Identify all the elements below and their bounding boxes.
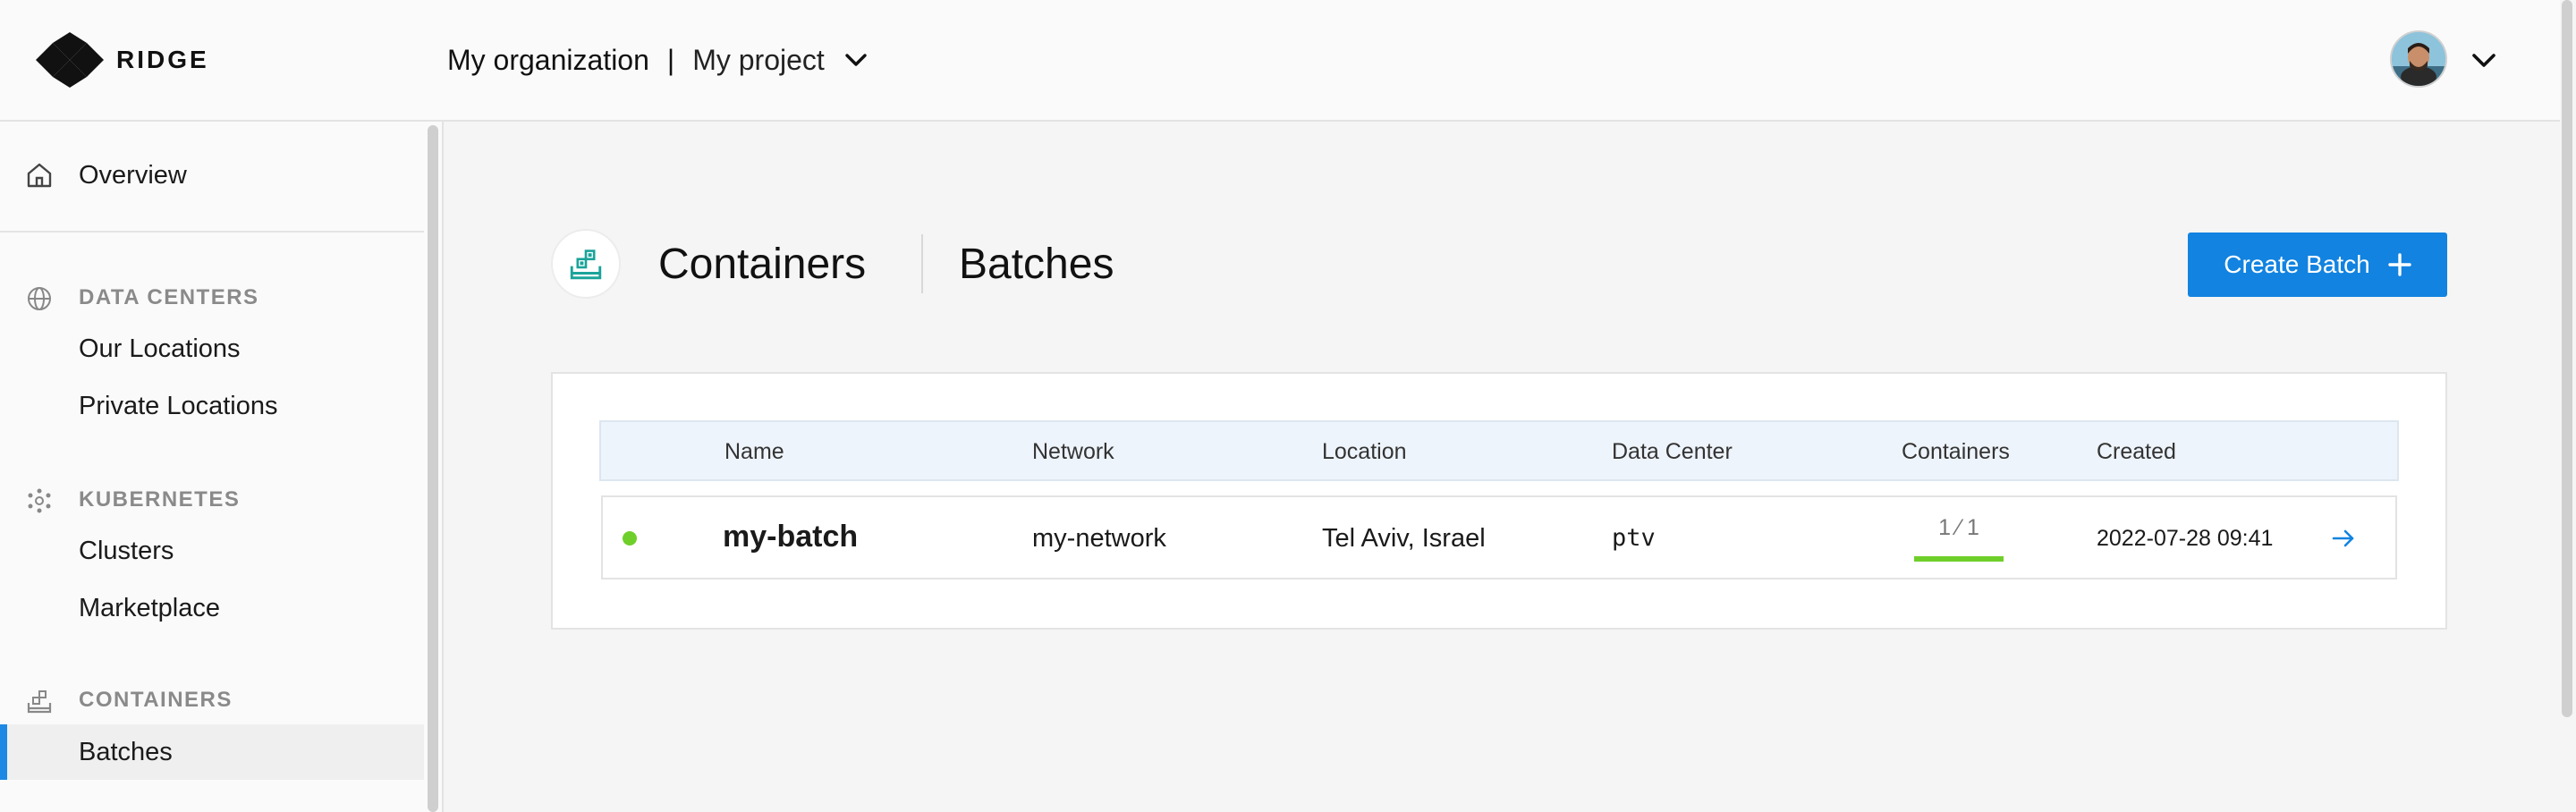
sidebar-item-private-locations[interactable]: Private Locations [79, 388, 277, 424]
user-menu-chevron-icon[interactable] [2469, 45, 2499, 75]
brand-name: RIDGE [116, 46, 209, 73]
title-divider [921, 234, 923, 293]
sidebar-divider [0, 231, 424, 233]
sidebar-item-our-locations[interactable]: Our Locations [79, 331, 241, 367]
containers-icon [570, 250, 602, 280]
sidebar-scrollbar[interactable] [428, 125, 438, 812]
create-batch-label: Create Batch [2224, 250, 2370, 278]
sidebar-item-marketplace[interactable]: Marketplace [79, 590, 220, 626]
batch-data-center: ptv [1612, 524, 1656, 552]
user-avatar[interactable] [2390, 30, 2447, 88]
active-item-highlight [0, 724, 424, 780]
containers-progress-bar [1914, 556, 2004, 562]
main-divider [442, 122, 444, 812]
containers-count: 1 ⁄ 1 [1938, 515, 1979, 540]
breadcrumb: My organization | My project [447, 38, 869, 82]
active-item-indicator [0, 724, 7, 780]
sidebar-item-clusters[interactable]: Clusters [79, 533, 174, 569]
batch-network: my-network [1032, 524, 1166, 553]
sidebar-item-batches[interactable]: Batches [79, 734, 173, 770]
batch-location: Tel Aviv, Israel [1322, 524, 1486, 553]
sidebar-item-overview[interactable]: Overview [79, 157, 187, 193]
page-subtitle: Batches [959, 241, 1114, 288]
logo[interactable]: RIDGE [36, 32, 209, 88]
project-selector[interactable]: My project [692, 44, 825, 77]
arrow-right-icon[interactable] [2329, 524, 2358, 553]
breadcrumb-separator: | [666, 43, 675, 76]
kubernetes-icon [28, 488, 51, 513]
page-title: Containers [658, 241, 867, 288]
column-header-created[interactable]: Created [2097, 436, 2176, 467]
globe-icon [28, 287, 51, 310]
containers-progress-fill [1914, 556, 2004, 562]
home-icon [27, 163, 52, 188]
sidebar: Overview DATA CENTERS Our Locations Priv… [0, 122, 424, 812]
column-header-network[interactable]: Network [1032, 436, 1114, 467]
chevron-down-icon[interactable] [843, 47, 869, 73]
avatar-image [2392, 32, 2445, 86]
column-header-location[interactable]: Location [1322, 436, 1407, 467]
batch-name[interactable]: my-batch [723, 519, 858, 554]
section-label-kubernetes: KUBERNETES [79, 487, 241, 512]
column-header-name[interactable]: Name [724, 436, 784, 467]
page-scrollbar[interactable] [2562, 0, 2572, 717]
plus-icon [2388, 253, 2411, 276]
section-label-data-centers: DATA CENTERS [79, 285, 259, 309]
batch-created: 2022-07-28 09:41 [2097, 526, 2274, 551]
create-batch-button[interactable]: Create Batch [2188, 233, 2447, 297]
column-header-data-center[interactable]: Data Center [1612, 436, 1733, 467]
containers-icon [27, 690, 52, 714]
top-bar: RIDGE My organization | My project [0, 0, 2560, 122]
section-label-containers: CONTAINERS [79, 688, 233, 712]
status-indicator [623, 531, 637, 546]
organization-name[interactable]: My organization [447, 44, 649, 77]
ridge-logo-icon [36, 32, 104, 88]
column-header-containers[interactable]: Containers [1902, 436, 2010, 467]
page-icon [551, 229, 621, 299]
